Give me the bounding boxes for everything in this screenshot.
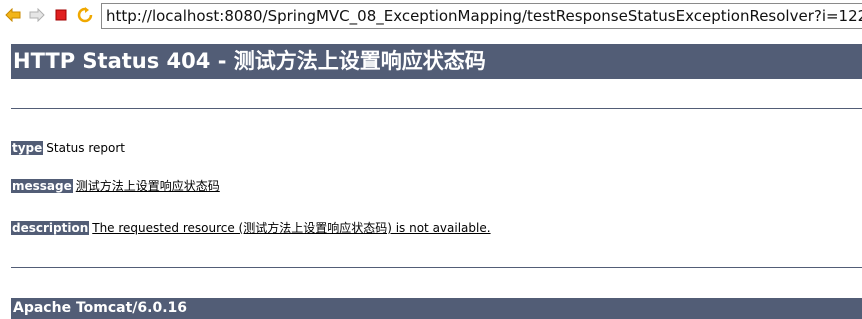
type-value: Status report <box>46 141 125 155</box>
page-title: HTTP Status 404 - 测试方法上设置响应状态码 <box>11 44 862 79</box>
description-label: description <box>11 221 90 235</box>
type-row: type Status report <box>11 140 125 156</box>
stop-icon[interactable] <box>52 6 70 24</box>
browser-toolbar: http://localhost:8080/SpringMVC_08_Excep… <box>0 0 862 32</box>
url-bar[interactable]: http://localhost:8080/SpringMVC_08_Excep… <box>101 3 862 29</box>
divider-top <box>11 108 862 109</box>
description-row: description The requested resource (测试方法上… <box>11 220 491 236</box>
forward-arrow-icon[interactable] <box>28 6 46 24</box>
message-label: message <box>11 179 73 193</box>
message-value: 测试方法上设置响应状态码 <box>75 179 220 193</box>
message-row: message 测试方法上设置响应状态码 <box>11 178 220 194</box>
divider-bottom <box>11 267 862 268</box>
description-value: The requested resource (测试方法上设置响应状态码) is… <box>92 221 491 235</box>
type-label: type <box>11 141 44 155</box>
server-footer: Apache Tomcat/6.0.16 <box>11 298 862 319</box>
reload-icon[interactable] <box>76 6 94 24</box>
back-arrow-icon[interactable] <box>4 6 22 24</box>
